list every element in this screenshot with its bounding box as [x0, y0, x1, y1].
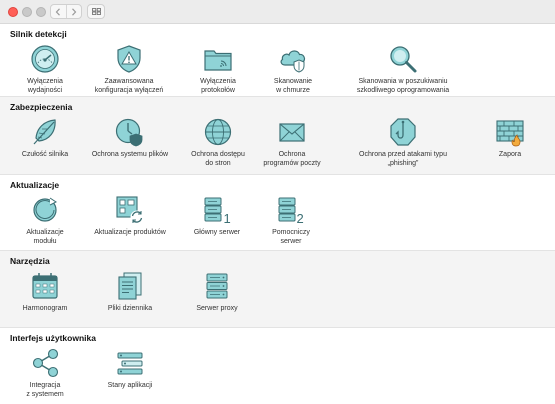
pref-label: Zaawansowana konfiguracja wyłączeń [94, 78, 164, 94]
pref-label: Wyłączenia protokołów [200, 78, 236, 94]
pref-label: Ochrona systemu plików [91, 151, 169, 158]
chevron-right-icon [71, 7, 77, 16]
pref-label: Aktualizacje produktów [94, 229, 166, 236]
section-title: Interfejs użytkownika [10, 333, 96, 343]
pref-label: Pomocniczy serwer [272, 229, 310, 245]
pref-email-client-protection[interactable]: Ochrona programów poczty [237, 116, 347, 168]
pref-label: Zapora [498, 151, 522, 158]
warning-shield-icon [113, 43, 145, 75]
pref-label: Skanowanie w chmurze [273, 78, 313, 94]
pref-label: Stany aplikacji [107, 382, 153, 389]
globe-icon [202, 116, 234, 148]
close-window-button[interactable] [8, 7, 18, 17]
pref-label: Aktualizacje modułu [26, 229, 64, 245]
window-titlebar [0, 0, 555, 24]
pref-anti-phishing[interactable]: Ochrona przed atakami typu „phishing” [348, 116, 458, 168]
pref-proxy-server[interactable]: Serwer proxy [162, 270, 272, 314]
pref-malware-scans[interactable]: Skanowania w poszukiwaniu szkodliwego op… [348, 43, 458, 95]
fishhook-icon [387, 116, 419, 148]
pref-label: Integracja z systemem [26, 382, 64, 398]
pref-label: Wyłączenia wydajności [27, 78, 63, 94]
refresh-icon [29, 194, 61, 226]
svg-text:2: 2 [297, 211, 304, 226]
calendar-icon [29, 270, 61, 302]
cloud-shield-icon [277, 43, 309, 75]
envelope-icon [276, 116, 308, 148]
svg-text:1: 1 [224, 211, 231, 226]
pref-application-states[interactable]: Stany aplikacji [75, 347, 185, 391]
pref-label: Ochrona przed atakami typu „phishing” [359, 151, 447, 167]
clock-shield-icon [114, 116, 146, 148]
proxy-server-icon [201, 270, 233, 302]
minimize-window-button[interactable] [22, 7, 32, 17]
pref-secondary-server[interactable]: 2 Pomocniczy serwer [236, 194, 346, 246]
feather-icon [29, 116, 61, 148]
app-states-icon [114, 347, 146, 379]
pref-label: Pliki dziennika [107, 305, 153, 312]
navigation-buttons [50, 4, 82, 19]
pref-cloud-scanning[interactable]: Skanowanie w chmurze [238, 43, 348, 95]
pref-firewall[interactable]: Zapora [455, 116, 555, 160]
back-button[interactable] [51, 5, 66, 18]
share-nodes-icon [29, 347, 61, 379]
pref-label: Czułość silnika [21, 151, 69, 158]
section-title: Aktualizacje [10, 180, 60, 190]
pref-label: Skanowania w poszukiwaniu szkodliwego op… [356, 78, 450, 94]
chevron-left-icon [55, 7, 61, 16]
gauge-icon [29, 43, 61, 75]
pref-label: Harmonogram [22, 305, 68, 312]
section-detection-engine: Silnik detekcji Wyłączenia wydajności Za… [0, 24, 555, 97]
folder-icon [202, 43, 234, 75]
server-2-icon: 2 [275, 194, 307, 226]
pref-label: Serwer proxy [196, 305, 238, 312]
log-files-icon [114, 270, 146, 302]
firewall-icon [494, 116, 526, 148]
pref-label: Główny serwer [193, 229, 241, 236]
pref-label: Ochrona programów poczty [263, 151, 321, 167]
section-user-interface: Interfejs użytkownika Integracja z syste… [0, 328, 555, 404]
server-1-icon: 1 [201, 194, 233, 226]
section-title: Zabezpieczenia [10, 102, 73, 112]
maximize-window-button[interactable] [36, 7, 46, 17]
product-update-icon [114, 194, 146, 226]
section-protections: Zabezpieczenia Czułość silnika Ochrona s… [0, 97, 555, 175]
section-tools: Narzędzia Harmonogram Pliki dziennika Se… [0, 251, 555, 328]
section-title: Narzędzia [10, 256, 50, 266]
section-title: Silnik detekcji [10, 29, 67, 39]
grid-icon [91, 8, 101, 15]
magnifier-icon [387, 43, 419, 75]
section-updates: Aktualizacje Aktualizacje modułu Aktuali… [0, 175, 555, 251]
show-all-button[interactable] [87, 4, 105, 19]
forward-button[interactable] [65, 5, 82, 18]
